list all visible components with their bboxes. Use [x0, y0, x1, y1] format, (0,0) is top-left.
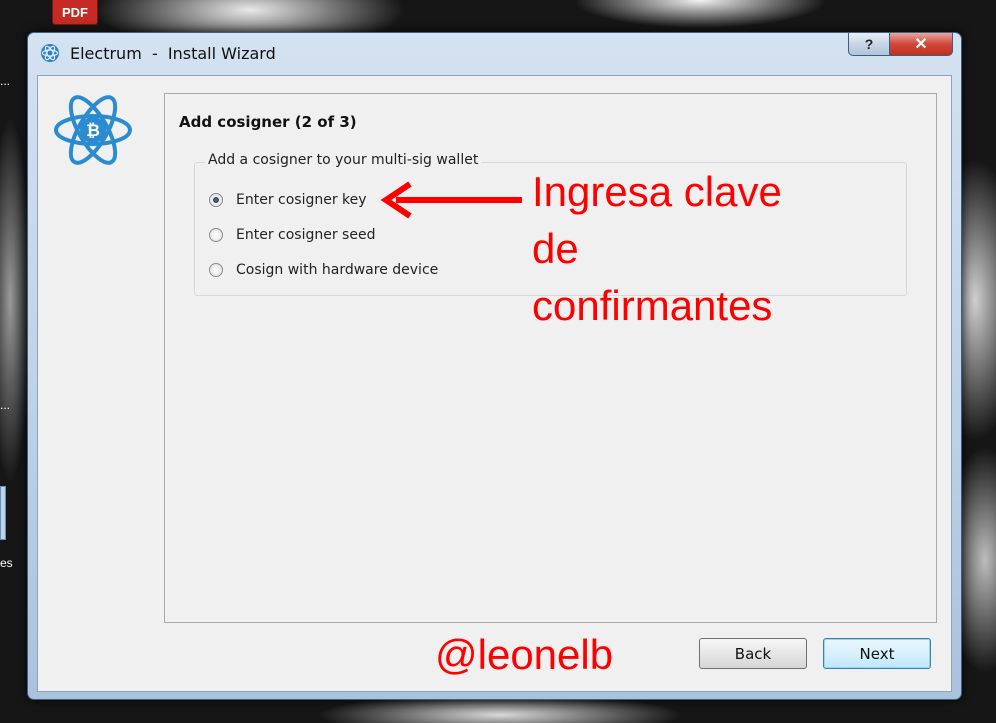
- electrum-logo-icon: [41, 44, 59, 62]
- annotation-line: de: [532, 225, 579, 272]
- next-button[interactable]: Next: [823, 638, 931, 669]
- window-title: Electrum - Install Wizard: [70, 44, 276, 63]
- annotation-arrow-icon: [380, 181, 522, 219]
- install-wizard-window: Electrum - Install Wizard ? ✕ ₿ Add cosi…: [27, 32, 962, 700]
- radio-button[interactable]: [209, 228, 223, 242]
- title-suffix: Install Wizard: [167, 44, 276, 63]
- option-enter-cosigner-seed[interactable]: Enter cosigner seed: [209, 227, 375, 243]
- pdf-desktop-icon[interactable]: PDF: [52, 0, 98, 25]
- author-handle: @leonelb: [435, 631, 614, 678]
- help-button[interactable]: ?: [848, 33, 890, 56]
- desktop-label-fragment: ...: [0, 74, 11, 88]
- annotation-line: confirmantes: [532, 282, 773, 329]
- desktop-label-fragment: ...: [0, 398, 11, 412]
- close-button[interactable]: ✕: [890, 33, 953, 56]
- radio-button[interactable]: [209, 263, 223, 277]
- title-separator: -: [151, 44, 158, 63]
- page-title: Add cosigner (2 of 3): [179, 113, 357, 131]
- option-cosign-hardware-device[interactable]: Cosign with hardware device: [209, 262, 438, 278]
- group-title: Add a cosigner to your multi-sig wallet: [205, 152, 482, 168]
- desktop-icon-fragment[interactable]: [0, 486, 6, 540]
- option-enter-cosigner-key[interactable]: Enter cosigner key: [209, 192, 367, 208]
- caption-buttons: ? ✕: [848, 33, 953, 56]
- option-label: Enter cosigner seed: [236, 227, 376, 243]
- desktop-label-fragment: es: [0, 556, 13, 570]
- option-label: Enter cosigner key: [236, 192, 367, 208]
- back-button[interactable]: Back: [699, 638, 807, 669]
- option-label: Cosign with hardware device: [236, 262, 439, 278]
- title-bar[interactable]: Electrum - Install Wizard ? ✕: [28, 33, 961, 75]
- annotation-line: Ingresa clave: [532, 168, 782, 215]
- annotation-text: Ingresa clave de confirmantes: [532, 163, 852, 334]
- electrum-atom-bitcoin-icon: ₿: [54, 95, 132, 165]
- svg-text:₿: ₿: [86, 121, 100, 141]
- app-name: Electrum: [70, 44, 142, 63]
- radio-button-selected[interactable]: [209, 193, 223, 207]
